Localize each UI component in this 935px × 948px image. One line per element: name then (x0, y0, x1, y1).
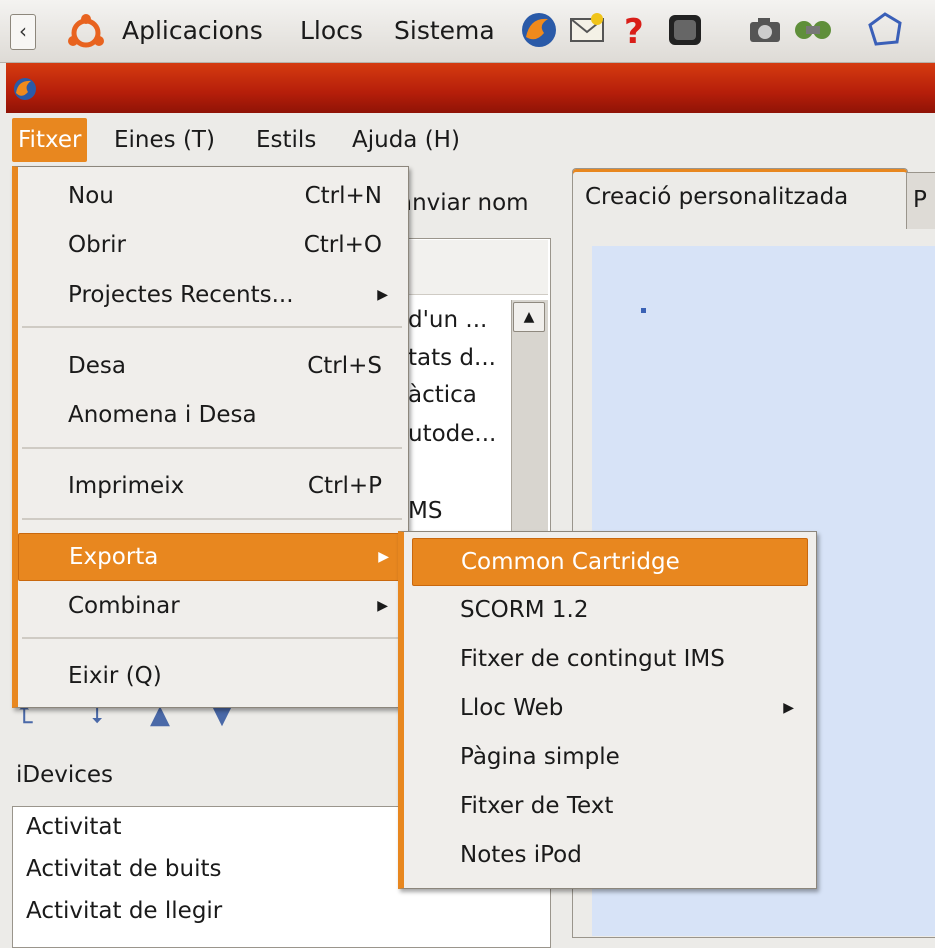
menu-item-label: Notes iPod (460, 842, 582, 868)
menu-item-accel: Ctrl+S (307, 353, 382, 379)
graph-icon[interactable] (864, 9, 906, 51)
menu-item-label: Pàgina simple (460, 744, 620, 770)
menu-item-label: Imprimeix (68, 473, 185, 499)
menu-item-label: Desa (68, 353, 126, 379)
menu-item-print[interactable]: Imprimeix Ctrl+P (18, 463, 402, 509)
menu-item-export[interactable]: Exporta ▶ (18, 533, 404, 581)
menu-item-label: Lloc Web (460, 695, 564, 721)
menu-item-label: SCORM 1.2 (460, 597, 589, 623)
menu-separator (22, 326, 402, 328)
menu-item-accel: Ctrl+O (303, 232, 382, 258)
tab-custom-creation[interactable]: Creació personalitzada (572, 168, 908, 229)
submenu-arrow-icon: ▶ (377, 287, 388, 303)
camera-icon[interactable] (744, 9, 786, 51)
idevice-item[interactable]: Activitat de buits (26, 856, 221, 882)
menu-separator (22, 447, 402, 449)
menu-item-label: Fitxer de Text (460, 793, 614, 819)
submenu-arrow-icon: ▶ (378, 549, 389, 565)
menu-item-save[interactable]: Desa Ctrl+S (18, 343, 402, 389)
menu-separator (22, 518, 402, 520)
menu-tools[interactable]: Eines (T) (108, 118, 221, 162)
export-item-common-cartridge[interactable]: Common Cartridge (412, 538, 808, 586)
file-menu: Nou Ctrl+N Obrir Ctrl+O Projectes Recents.… (12, 166, 409, 708)
help-icon[interactable]: ? (614, 9, 656, 51)
outline-node[interactable]: MS (408, 498, 442, 524)
menu-item-accel: Ctrl+P (307, 473, 382, 499)
menu-item-quit[interactable]: Eixir (Q) (18, 653, 402, 699)
submenu-arrow-icon: ▶ (377, 598, 388, 614)
mail-icon[interactable] (566, 9, 608, 51)
outline-scrollbar[interactable] (511, 300, 548, 548)
export-item-ipod-notes[interactable]: Notes iPod (412, 832, 806, 878)
tab-label: Creació personalitzada (585, 184, 849, 210)
menu-item-new[interactable]: Nou Ctrl+N (18, 173, 402, 219)
export-item-website[interactable]: Lloc Web ▶ (412, 685, 806, 731)
menu-item-label: Exporta (69, 544, 159, 570)
canvas-marker (641, 308, 646, 313)
tab-label: P (913, 187, 927, 213)
menu-styles[interactable]: Estils (250, 118, 322, 162)
menu-item-label: Combinar (68, 593, 180, 619)
menu-item-label: Obrir (68, 232, 127, 258)
scroll-up-arrow-icon[interactable]: ▲ (513, 302, 545, 332)
outline-node[interactable]: d'un ... (408, 307, 487, 333)
network-icon[interactable] (792, 9, 834, 51)
idevices-label: iDevices (16, 762, 114, 788)
firefox-icon[interactable] (518, 9, 560, 51)
export-item-single-page[interactable]: Pàgina simple (412, 734, 806, 780)
export-item-text-file[interactable]: Fitxer de Text (412, 783, 806, 829)
menu-item-accel: Ctrl+N (304, 183, 382, 209)
idevice-item[interactable]: Activitat de llegir (26, 898, 222, 924)
panel-menu-places[interactable]: Llocs (300, 16, 363, 45)
export-item-ims[interactable]: Fitxer de contingut IMS (412, 636, 806, 682)
menu-item-label: Eixir (Q) (68, 663, 162, 689)
rename-button[interactable]: anviar nom (398, 190, 529, 216)
window-titlebar (6, 63, 935, 113)
menu-item-merge[interactable]: Combinar ▶ (18, 583, 402, 629)
menu-item-label: Nou (68, 183, 114, 209)
outline-node[interactable]: tats d... (408, 345, 496, 371)
menu-item-label: Anomena i Desa (68, 402, 257, 428)
export-item-scorm[interactable]: SCORM 1.2 (412, 587, 806, 633)
menu-item-recent-projects[interactable]: Projectes Recents... ▶ (18, 272, 402, 318)
panel-scroll-left-button[interactable]: ‹ (10, 14, 36, 50)
panel-menu-system[interactable]: Sistema (394, 16, 495, 45)
menu-separator (22, 637, 402, 639)
app-window-icon (14, 78, 36, 100)
menu-file[interactable]: Fitxer (12, 118, 88, 162)
idevice-item[interactable]: Activitat (26, 814, 122, 840)
outline-node[interactable]: utode... (408, 421, 496, 447)
ubuntu-logo-icon[interactable] (64, 14, 108, 52)
submenu-arrow-icon: ▶ (783, 700, 794, 716)
terminal-icon[interactable] (664, 9, 706, 51)
outline-node[interactable]: àctica (408, 382, 477, 408)
menu-item-label: Fitxer de contingut IMS (460, 646, 725, 672)
tab-other[interactable]: P (906, 172, 935, 229)
export-submenu: Common Cartridge SCORM 1.2 Fitxer de con… (398, 531, 817, 889)
menu-item-label: Projectes Recents... (68, 282, 294, 308)
menu-item-open[interactable]: Obrir Ctrl+O (18, 222, 402, 268)
menu-item-save-as[interactable]: Anomena i Desa (18, 392, 402, 438)
menu-help[interactable]: Ajuda (H) (346, 118, 466, 162)
svg-text:?: ? (624, 12, 644, 51)
panel-menu-applications[interactable]: Aplicacions (122, 16, 263, 45)
menu-item-label: Common Cartridge (461, 549, 680, 575)
